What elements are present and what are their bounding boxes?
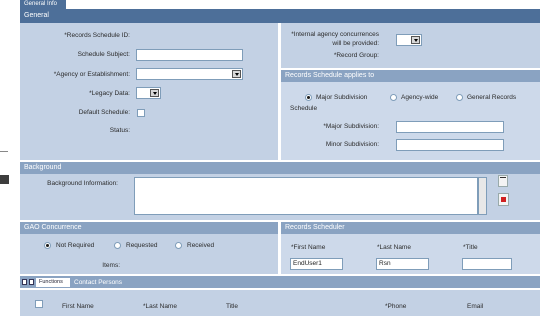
- status-label: Status:: [109, 127, 130, 134]
- default-schedule-checkbox[interactable]: [137, 109, 145, 117]
- background-info-textarea[interactable]: [134, 177, 478, 215]
- records-schedule-id-label: *Records Schedule ID:: [64, 32, 130, 39]
- concurrences-label: *Internal agency concurrences: [291, 31, 379, 38]
- contacts-col-last-name: *Last Name: [143, 303, 177, 310]
- radio-gao-requested[interactable]: [114, 242, 121, 249]
- gao-received-label: Received: [187, 242, 215, 249]
- applies-section-header: Records Schedule applies to: [281, 70, 540, 82]
- major-subdivision-label: *Major Subdivision:: [323, 123, 379, 130]
- schedule-subject-input[interactable]: [136, 49, 243, 61]
- gao-items-label: Items:: [102, 262, 120, 269]
- gao-requested-label: Requested: [126, 242, 158, 249]
- contacts-col-email: Email: [467, 303, 484, 310]
- radio-gao-received[interactable]: [175, 242, 182, 249]
- left-edge-line: [0, 151, 8, 152]
- scheduler-last-name-input[interactable]: Rsn: [376, 258, 429, 270]
- contacts-col-title: Title: [226, 303, 239, 310]
- chevron-down-icon: [232, 70, 241, 78]
- scheduler-last-name-label: *Last Name: [377, 244, 411, 251]
- functions-tab[interactable]: Functions: [36, 278, 70, 287]
- tab-general-info[interactable]: General Info: [20, 0, 66, 9]
- functions-icon[interactable]: [22, 279, 27, 285]
- default-schedule-label: Default Schedule:: [78, 109, 130, 116]
- contacts-select-all-checkbox[interactable]: [35, 300, 43, 308]
- scheduler-first-name-input[interactable]: EndUser1: [290, 258, 343, 270]
- radio-gao-not-required[interactable]: [44, 242, 51, 249]
- contacts-col-first-name: First Name: [62, 303, 94, 310]
- legacy-data-label: *Legacy Data:: [89, 90, 130, 97]
- agency-label: *Agency or Establishment:: [53, 71, 130, 78]
- major-subdivision-input[interactable]: [396, 121, 504, 133]
- legacy-data-select[interactable]: [136, 87, 161, 99]
- textarea-scrollbar[interactable]: [478, 177, 487, 215]
- scheduler-first-name-label: *First Name: [291, 244, 326, 251]
- contacts-header-row: [20, 290, 540, 316]
- record-group-label: *Record Group:: [333, 52, 379, 59]
- scheduler-title-label: *Title: [463, 244, 478, 251]
- concurrences-label-cont: will be provided:: [332, 40, 379, 47]
- left-edge-block: [0, 175, 9, 184]
- scheduler-title-input[interactable]: [462, 258, 512, 270]
- radio-major-subdivision[interactable]: [305, 94, 312, 101]
- option-general-records-label: General Records: [467, 94, 517, 101]
- schedule-subject-label: Schedule Subject:: [77, 51, 130, 58]
- contacts-col-phone: *Phone: [385, 303, 407, 310]
- background-section-header: Background: [20, 162, 540, 174]
- spellcheck-icon-mark: [500, 177, 506, 178]
- radio-agency-wide[interactable]: [390, 94, 397, 101]
- general-section-header: General: [20, 9, 540, 23]
- minor-subdivision-label: Minor Subdivision:: [325, 141, 379, 148]
- gao-section-header: GAO Concurrence: [20, 222, 278, 234]
- chevron-down-icon: [411, 36, 420, 44]
- background-info-label: Background Information:: [47, 180, 118, 187]
- option-agency-wide-label: Agency-wide: [401, 94, 439, 101]
- option-major-subdivision-label: Major Subdivision: [316, 94, 368, 101]
- scheduler-section-header: Records Scheduler: [281, 222, 540, 234]
- option-general-records-label-cont: Schedule: [290, 105, 318, 112]
- chevron-down-icon: [150, 89, 159, 97]
- functions-icon-2[interactable]: [29, 279, 34, 285]
- minor-subdivision-input[interactable]: [396, 139, 504, 151]
- delete-icon-mark: [501, 197, 506, 202]
- agency-select[interactable]: [136, 68, 243, 80]
- radio-general-records[interactable]: [456, 94, 463, 101]
- gao-not-required-label: Not Required: [56, 242, 95, 249]
- contacts-title: Contact Persons: [74, 279, 123, 286]
- concurrences-select[interactable]: [396, 34, 422, 46]
